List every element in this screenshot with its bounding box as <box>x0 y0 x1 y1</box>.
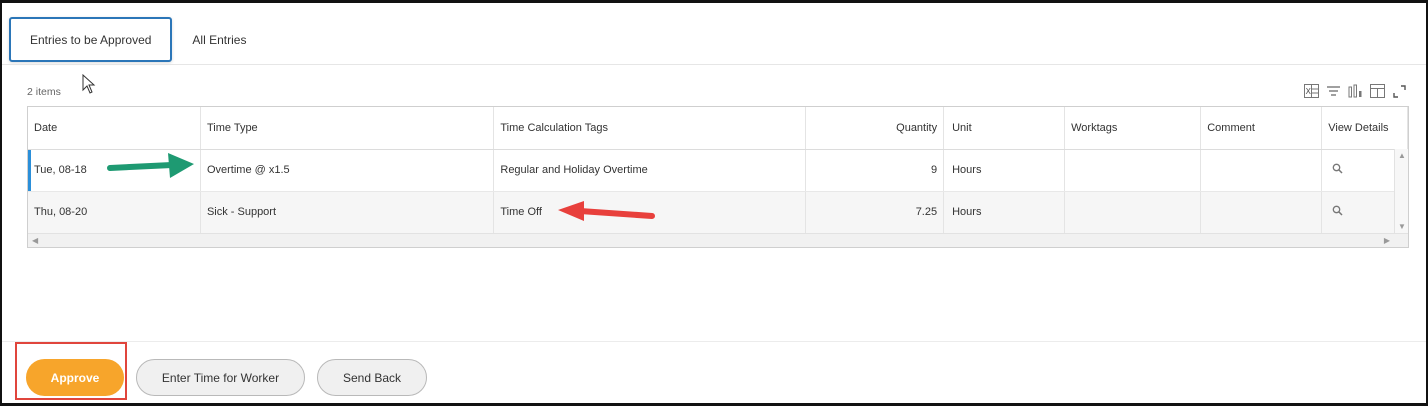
fullscreen-icon[interactable] <box>1391 84 1408 98</box>
filter-icon[interactable] <box>1325 84 1342 98</box>
magnifier-icon[interactable] <box>1332 205 1343 216</box>
entries-grid: Date Time Type Time Calculation Tags Qua… <box>27 106 1409 248</box>
approve-highlight-box <box>15 342 127 400</box>
cell-worktags <box>1064 191 1202 234</box>
cell-quantity: 7.25 <box>805 191 945 234</box>
cell-time-type: Sick - Support <box>200 191 495 234</box>
tab-all-entries[interactable]: All Entries <box>172 17 266 62</box>
column-header-view-details[interactable]: View Details <box>1321 107 1408 150</box>
svg-text:X: X <box>1306 87 1312 96</box>
cell-date: Thu, 08-20 <box>28 191 201 234</box>
column-header-quantity[interactable]: Quantity <box>805 107 945 150</box>
vertical-scrollbar[interactable]: ▲ ▼ <box>1394 149 1408 233</box>
grid-toolbar: X <box>1303 84 1408 98</box>
chart-icon[interactable] <box>1347 84 1364 98</box>
column-header-comment[interactable]: Comment <box>1200 107 1323 150</box>
entries-table: Date Time Type Time Calculation Tags Qua… <box>28 107 1408 234</box>
table-header-row: Date Time Type Time Calculation Tags Qua… <box>28 107 1408 150</box>
cell-worktags <box>1064 149 1202 192</box>
column-header-time-calculation-tags[interactable]: Time Calculation Tags <box>493 107 806 150</box>
column-header-worktags[interactable]: Worktags <box>1064 107 1202 150</box>
send-back-button[interactable]: Send Back <box>317 359 427 396</box>
items-count: 2 items <box>27 86 61 98</box>
horizontal-scrollbar[interactable]: ◀ ▶ <box>28 233 1408 247</box>
table-row[interactable]: Thu, 08-20 Sick - Support Time Off 7.25 … <box>28 191 1408 234</box>
cell-quantity: 9 <box>805 149 945 192</box>
scroll-left-icon[interactable]: ◀ <box>32 236 38 245</box>
scroll-up-icon[interactable]: ▲ <box>1398 151 1406 160</box>
cell-unit: Hours <box>943 149 1066 192</box>
enter-time-for-worker-button[interactable]: Enter Time for Worker <box>136 359 305 396</box>
cell-unit: Hours <box>943 191 1066 234</box>
tab-bar: Entries to be Approved All Entries <box>9 17 266 64</box>
cell-comment <box>1200 191 1323 234</box>
cell-time-calculation-tags: Regular and Holiday Overtime <box>493 149 806 192</box>
excel-export-icon[interactable]: X <box>1303 84 1320 98</box>
column-header-time-type[interactable]: Time Type <box>200 107 495 150</box>
footer-divider <box>2 341 1426 342</box>
red-arrow-icon <box>558 201 655 221</box>
scroll-down-icon[interactable]: ▼ <box>1398 222 1406 231</box>
scroll-right-icon[interactable]: ▶ <box>1384 236 1390 245</box>
table-view-icon[interactable] <box>1369 84 1386 98</box>
column-header-date[interactable]: Date <box>28 107 201 150</box>
tab-divider <box>2 64 1426 65</box>
cell-comment <box>1200 149 1323 192</box>
column-header-unit[interactable]: Unit <box>943 107 1066 150</box>
magnifier-icon[interactable] <box>1332 163 1343 174</box>
table-row[interactable]: Tue, 08-18 Overtime @ x1.5 Regular and H… <box>28 149 1408 192</box>
mouse-cursor-icon <box>82 74 96 94</box>
tab-entries-to-be-approved[interactable]: Entries to be Approved <box>9 17 173 62</box>
cell-time-type: Overtime @ x1.5 <box>200 149 495 192</box>
green-arrow-icon <box>107 153 194 178</box>
